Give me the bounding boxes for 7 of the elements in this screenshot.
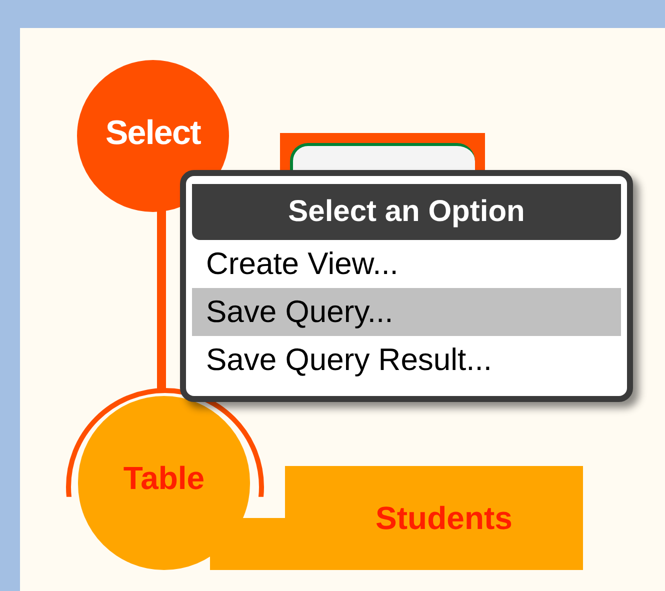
- node-label: Select: [105, 112, 201, 154]
- menu-item[interactable]: Save Query Result...: [192, 336, 621, 384]
- menu-title: Select an Option: [192, 184, 621, 240]
- menu-item[interactable]: Save Query...: [192, 288, 621, 336]
- table-name: Students: [374, 499, 512, 538]
- menu-item[interactable]: Create View...: [192, 240, 621, 288]
- node-label: Table: [123, 459, 205, 498]
